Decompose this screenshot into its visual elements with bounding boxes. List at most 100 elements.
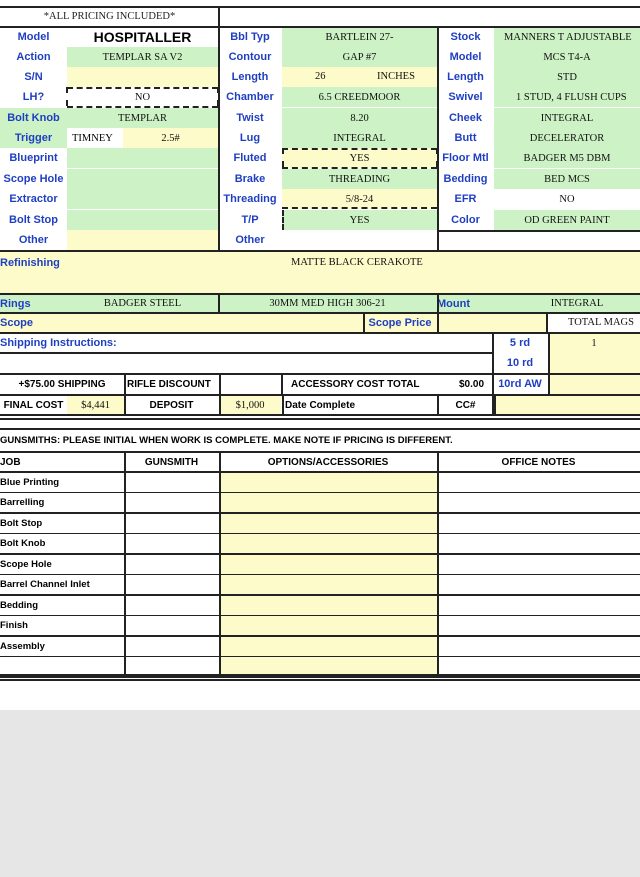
date-complete-label[interactable]: Date Complete [283, 395, 437, 415]
options-cell[interactable] [219, 492, 437, 513]
tp-value[interactable]: YES [282, 210, 437, 230]
lh-value[interactable]: NO [67, 87, 218, 107]
rings-value[interactable]: BADGER STEEL [67, 294, 218, 313]
office-notes-cell[interactable] [437, 554, 640, 574]
v-rule [124, 373, 126, 414]
rifle-discount-value[interactable] [219, 374, 279, 394]
options-cell[interactable] [219, 615, 437, 636]
options-cell[interactable] [219, 595, 437, 615]
fluted-value[interactable]: YES [282, 148, 437, 168]
efr-value[interactable]: NO [494, 189, 640, 209]
bbl-length-cell[interactable]: 26 INCHES [282, 67, 437, 87]
other-value-1[interactable] [67, 230, 218, 250]
rings-height-value[interactable]: 30MM MED HIGH 306-21 [218, 294, 437, 313]
lug-value[interactable]: INTEGRAL [282, 128, 437, 148]
gunsmith-initial-cell[interactable] [124, 574, 219, 595]
office-notes-cell[interactable] [437, 636, 640, 656]
mags-5rd-label: 5 rd [492, 333, 548, 353]
job-row: Blue Printing [0, 472, 640, 493]
h-rule [0, 312, 640, 314]
scope-label-cell: Scope [0, 313, 67, 332]
bedding-value[interactable]: BED MCS [494, 169, 640, 189]
mags-10rd-aw-value[interactable] [548, 374, 640, 394]
office-notes-cell[interactable] [437, 615, 640, 636]
extractor-value[interactable] [67, 189, 218, 209]
h-rule [0, 553, 640, 555]
office-notes-cell[interactable] [437, 595, 640, 615]
bolt-stop-value[interactable] [67, 210, 218, 230]
gunsmith-initial-cell[interactable] [124, 615, 219, 636]
bbl-length-unit: INCHES [377, 71, 415, 82]
trigger-brand-value[interactable]: TIMNEY [67, 128, 123, 148]
stock-value[interactable]: MANNERS T ADJUSTABLE [494, 27, 640, 47]
office-notes-cell[interactable] [437, 533, 640, 554]
other-value-2[interactable] [282, 230, 437, 250]
scope-hole-value[interactable] [67, 169, 218, 189]
h-rule [0, 394, 640, 396]
cheek-value[interactable]: INTEGRAL [494, 108, 640, 128]
col1-label-bolt-stop: Bolt Stop [0, 210, 67, 230]
color-value[interactable]: OD GREEN PAINT [494, 210, 640, 230]
h-rule [0, 471, 640, 473]
h-rule [546, 312, 640, 314]
col3-label-floor-mtl: Floor Mtl [437, 148, 494, 168]
butt-value[interactable]: DECELERATOR [494, 128, 640, 148]
bolt-knob-value[interactable]: TEMPLAR [67, 108, 218, 128]
refinishing-value: MATTE BLACK CERAKOTE [291, 257, 423, 268]
options-cell[interactable] [219, 513, 437, 533]
stock-length-value[interactable]: STD [494, 67, 640, 87]
swivel-value[interactable]: 1 STUD, 4 FLUSH CUPS [494, 87, 640, 107]
gunsmith-initial-cell[interactable] [124, 472, 219, 492]
options-cell[interactable] [219, 554, 437, 574]
shipping-instructions-field[interactable] [0, 353, 492, 371]
blueprint-value[interactable] [67, 148, 218, 168]
options-cell[interactable] [219, 636, 437, 656]
h-rule [0, 418, 640, 420]
job-row: Barrel Channel Inlet [0, 574, 640, 596]
office-notes-cell[interactable] [437, 513, 640, 533]
options-cell[interactable] [219, 472, 437, 492]
gunsmith-initial-cell[interactable] [124, 533, 219, 554]
col1-label-bolt-knob: Bolt Knob [0, 108, 67, 128]
h-rule [0, 679, 640, 681]
chamber-value[interactable]: 6.5 CREEDMOOR [282, 87, 437, 107]
office-notes-cell[interactable] [437, 492, 640, 513]
col1-label-sn: S/N [0, 67, 67, 87]
twist-value[interactable]: 8.20 [282, 108, 437, 128]
options-cell[interactable] [219, 574, 437, 595]
scope-price-value[interactable] [437, 313, 546, 332]
col3-label-color: Color [437, 210, 494, 230]
trigger-weight-value[interactable]: 2.5# [123, 128, 218, 148]
gunsmith-initial-cell[interactable] [124, 595, 219, 615]
mount-value[interactable]: INTEGRAL [494, 294, 640, 313]
job-row: Barrelling [0, 492, 640, 514]
job-name: Bedding [0, 599, 38, 611]
contour-value[interactable]: GAP #7 [282, 47, 437, 67]
office-notes-cell[interactable] [437, 574, 640, 595]
office-notes-cell[interactable] [437, 472, 640, 492]
gunsmith-initial-cell[interactable] [124, 636, 219, 656]
threading-value[interactable]: 5/8-24 [282, 189, 437, 209]
gunsmith-initial-cell[interactable] [124, 554, 219, 574]
scope-value[interactable] [67, 313, 363, 332]
gunsmith-initial-cell[interactable] [124, 513, 219, 533]
job-row: Assembly [0, 636, 640, 657]
model-value[interactable]: HOSPITALLER [67, 27, 218, 47]
stock-model-value[interactable]: MCS T4-A [494, 47, 640, 67]
gunsmith-initial-cell[interactable] [124, 492, 219, 513]
mags-10rd-value[interactable] [548, 353, 640, 373]
deposit-value[interactable]: $1,000 [219, 395, 281, 415]
action-value[interactable]: TEMPLAR SA V2 [67, 47, 218, 67]
sn-value[interactable] [67, 67, 218, 87]
brake-value[interactable]: THREADING [282, 169, 437, 189]
dashed-rule [66, 87, 68, 106]
options-cell[interactable] [219, 533, 437, 554]
cc-value[interactable] [494, 395, 640, 415]
mags-5rd-value[interactable]: 1 [548, 333, 640, 353]
v-rule [548, 332, 550, 394]
job-name: Bolt Stop [0, 517, 43, 529]
floor-mtl-value[interactable]: BADGER M5 DBM [494, 148, 640, 168]
bbl-typ-value[interactable]: BARTLEIN 27- [282, 27, 437, 47]
final-cost-value[interactable]: $4,441 [67, 395, 124, 415]
refinishing-row[interactable]: Refinishing MATTE BLACK CERAKOTE [0, 251, 640, 277]
